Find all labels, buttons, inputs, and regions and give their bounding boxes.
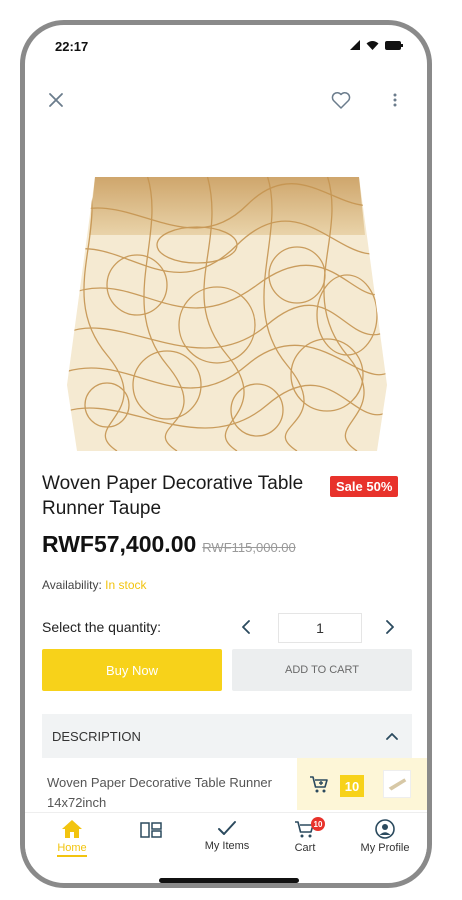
wifi-icon xyxy=(366,41,379,50)
availability: Availability: In stock xyxy=(42,578,147,592)
description-text: Woven Paper Decorative Table Runner 14x7… xyxy=(47,773,302,813)
status-icons xyxy=(350,40,403,50)
home-icon xyxy=(62,820,82,838)
description-header: DESCRIPTION xyxy=(52,728,141,744)
sale-badge: Sale 50% xyxy=(330,476,399,497)
availability-label: Availability: xyxy=(42,578,102,592)
product-image xyxy=(67,177,387,451)
nav-cart[interactable]: 10 Cart xyxy=(269,817,341,865)
product-title: Woven Paper Decorative Table Runner Taup… xyxy=(42,473,304,519)
quantity-input[interactable]: 1 xyxy=(278,613,362,643)
cart-badge: 10 xyxy=(311,817,325,831)
availability-value: In stock xyxy=(105,578,147,592)
nav-categories[interactable] xyxy=(115,819,187,865)
heart-icon[interactable] xyxy=(329,88,353,112)
floating-cart-count: 10 xyxy=(340,775,364,797)
description-accordion[interactable]: DESCRIPTION xyxy=(42,714,412,758)
quantity-label: Select the quantity: xyxy=(42,619,162,635)
status-time: 22:17 xyxy=(55,39,89,54)
profile-icon xyxy=(375,819,395,839)
check-icon xyxy=(218,821,236,835)
quantity-increase-button[interactable] xyxy=(378,615,402,639)
chevron-up-icon xyxy=(386,733,398,740)
cart-item-thumbnail xyxy=(383,770,411,798)
buy-now-button[interactable]: Buy Now xyxy=(42,649,222,691)
floating-cart[interactable]: 10 xyxy=(297,758,427,810)
close-icon[interactable] xyxy=(45,89,67,111)
current-price: RWF57,400.00 xyxy=(42,531,197,557)
more-vertical-icon[interactable] xyxy=(385,88,405,112)
top-bar xyxy=(25,85,427,115)
phone-frame: 22:17 Woven Paper Decorative Table Runne… xyxy=(20,20,432,888)
battery-icon xyxy=(385,40,403,50)
quantity-selector: Select the quantity: 1 xyxy=(42,613,412,643)
nav-my-profile[interactable]: My Profile xyxy=(349,819,421,865)
nav-my-profile-label: My Profile xyxy=(360,842,410,854)
price-row: RWF57,400.00 RWF115,000.00 xyxy=(42,531,296,558)
signal-icon xyxy=(350,40,360,50)
nav-my-items-label: My Items xyxy=(204,840,250,852)
categories-icon xyxy=(140,822,162,838)
add-to-cart-button[interactable]: ADD TO CART xyxy=(232,649,412,691)
chevron-right-icon xyxy=(386,620,394,634)
home-indicator xyxy=(159,878,299,883)
quantity-decrease-button[interactable] xyxy=(234,615,258,639)
chevron-left-icon xyxy=(242,620,250,634)
description-line-2: 14x72inch xyxy=(47,795,107,810)
nav-my-items[interactable]: My Items xyxy=(191,819,263,865)
description-line-1: Woven Paper Decorative Table Runner xyxy=(47,775,272,790)
nav-home[interactable]: Home xyxy=(36,819,108,865)
status-bar: 22:17 xyxy=(25,25,427,63)
bottom-nav: Home My Items 10 Cart My Profile xyxy=(25,812,427,867)
original-price: RWF115,000.00 xyxy=(202,540,296,555)
nav-home-label: Home xyxy=(57,842,87,857)
cart-add-icon xyxy=(310,776,328,793)
nav-cart-label: Cart xyxy=(294,842,316,854)
